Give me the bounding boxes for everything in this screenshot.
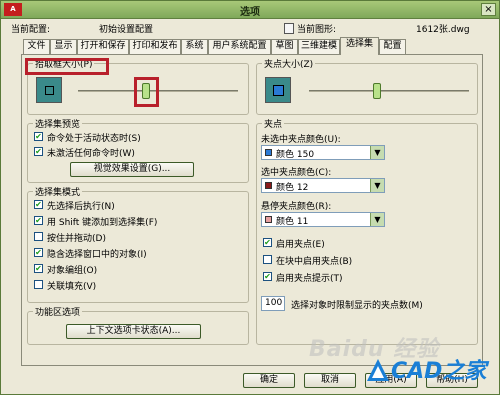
grip-size-title: 夹点大小(Z): [262, 57, 316, 70]
chevron-down-icon[interactable]: ▼: [370, 179, 384, 192]
chevron-down-icon[interactable]: ▼: [370, 213, 384, 226]
hover-grip-color-select[interactable]: 颜色 11 ▼: [261, 212, 385, 227]
tab-profiles[interactable]: 配置: [379, 39, 406, 54]
ribbon-options-title: 功能区选项: [33, 305, 83, 318]
selection-modes-group: 选择集模式 ✔ 先选择后执行(N) ✔ 用 Shift 键添加到选择集(F) 按…: [27, 185, 249, 303]
config-info-row: 当前配置: 初始设置配置 当前图形: 1612张.dwg: [11, 22, 491, 36]
cad-home-watermark: CAD之家: [391, 359, 487, 384]
visual-effect-settings-button[interactable]: 视觉效果设置(G)...: [70, 162, 194, 177]
selected-grip-color-select[interactable]: 颜色 12 ▼: [261, 178, 385, 193]
pickbox-preview: [36, 77, 62, 103]
selected-grip-color-label: 选中夹点颜色(C):: [261, 168, 332, 178]
hover-grip-color-label: 悬停夹点颜色(R):: [261, 202, 332, 212]
checkbox-icon[interactable]: [34, 232, 43, 241]
checkbox-icon[interactable]: ✔: [34, 248, 43, 257]
cancel-button[interactable]: 取消: [304, 373, 356, 388]
checkbox-icon[interactable]: [34, 280, 43, 289]
tab-files[interactable]: 文件: [23, 39, 50, 54]
grip-size-group: 夹点大小(Z): [256, 57, 478, 115]
selection-preview-title: 选择集预览: [33, 117, 83, 130]
checkbox-icon[interactable]: ✔: [263, 272, 272, 281]
checkbox-icon[interactable]: ✔: [263, 238, 272, 247]
pickbox-square-icon: [45, 86, 54, 95]
contextual-tab-states-button[interactable]: 上下文选项卡状态(A)...: [66, 324, 201, 339]
checkbox-icon[interactable]: ✔: [34, 216, 43, 225]
selection-tab-panel: 拾取框大小(P) 选择集预览 ✔ 命令处于活动状态时(S) ✔ 未激活任何命令时…: [21, 54, 483, 366]
unselected-grip-color-select[interactable]: 颜色 150 ▼: [261, 145, 385, 160]
current-drawing-label: 当前图形:: [297, 25, 337, 35]
grips-group: 夹点 未选中夹点颜色(U): 颜色 150 ▼ 选中夹点颜色(C): 颜色 12…: [256, 117, 478, 345]
selection-preview-group: 选择集预览 ✔ 命令处于活动状态时(S) ✔ 未激活任何命令时(W) 视觉效果设…: [27, 117, 249, 183]
drawing-file-icon: [284, 23, 294, 34]
current-config-label: 当前配置:: [11, 25, 51, 35]
checkbox-icon[interactable]: [263, 255, 272, 264]
grips-title: 夹点: [262, 117, 285, 130]
cad-home-logo-icon: [367, 359, 389, 381]
highlight-box: [134, 77, 159, 107]
highlight-box: [25, 58, 109, 75]
grip-limit-label: 选择对象时限制显示的夹点数(M): [291, 301, 423, 311]
checkbox-icon[interactable]: ✔: [34, 200, 43, 209]
ribbon-options-group: 功能区选项 上下文选项卡状态(A)...: [27, 305, 249, 345]
grip-preview: [265, 77, 291, 103]
selection-modes-title: 选择集模式: [33, 185, 83, 198]
tab-plot-publish[interactable]: 打印和发布: [129, 39, 181, 54]
color-swatch-icon: [265, 182, 272, 189]
checkbox-icon[interactable]: ✔: [34, 147, 43, 156]
unselected-grip-color-label: 未选中夹点颜色(U):: [261, 135, 341, 145]
grip-limit-input[interactable]: 100: [261, 296, 285, 311]
tab-drafting[interactable]: 草图: [271, 39, 298, 54]
checkbox-icon[interactable]: ✔: [34, 132, 43, 141]
current-config-value: 初始设置配置: [99, 25, 154, 35]
close-button[interactable]: ×: [481, 3, 496, 16]
tab-system[interactable]: 系统: [181, 39, 208, 54]
grip-size-slider-track[interactable]: [309, 90, 469, 92]
options-dialog: A 选项 × 当前配置: 初始设置配置 当前图形: 1612张.dwg 文件 显…: [0, 0, 500, 395]
tab-display[interactable]: 显示: [50, 39, 77, 54]
title-bar: A 选项 ×: [1, 1, 499, 19]
tab-selection[interactable]: 选择集: [340, 37, 379, 55]
tab-user-preferences[interactable]: 用户系统配置: [208, 39, 271, 54]
chevron-down-icon[interactable]: ▼: [370, 146, 384, 159]
ok-button[interactable]: 确定: [243, 373, 295, 388]
color-swatch-icon: [265, 149, 272, 156]
tab-open-save[interactable]: 打开和保存: [77, 39, 129, 54]
grip-square-icon: [273, 85, 284, 96]
checkbox-icon[interactable]: ✔: [34, 264, 43, 273]
dialog-title: 选项: [240, 7, 260, 18]
current-drawing-value: 1612张.dwg: [416, 25, 470, 35]
grip-size-slider-thumb[interactable]: [373, 83, 381, 99]
tab-3d-modeling[interactable]: 三维建模: [298, 39, 340, 54]
color-swatch-icon: [265, 216, 272, 223]
